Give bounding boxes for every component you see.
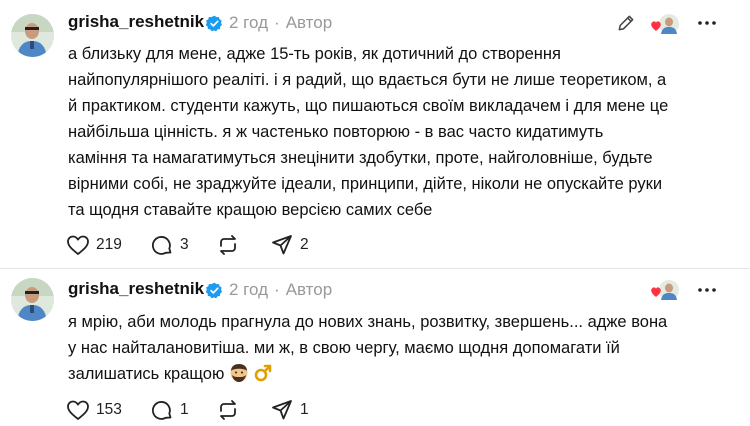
share-count: 2 [300,236,309,253]
username[interactable]: grisha_reshetnik [68,12,204,32]
share-icon [272,400,292,420]
reply-button[interactable]: 3 [150,232,189,258]
post-text-line: я мрію, аби молодь прагнула до нових зна… [68,313,668,331]
like-count: 219 [96,236,122,253]
repost-icon [220,400,236,420]
post-meta: 2 год · Автор [229,13,332,33]
share-button[interactable]: 2 [270,232,309,258]
timestamp[interactable]: 2 год [229,13,268,32]
verified-badge-icon [206,15,223,32]
edit-icon[interactable] [616,13,636,33]
repost-icon [220,235,236,255]
post-text-line: у нас найталановитіша. ми ж, в свою черг… [68,339,620,357]
post-2: grisha_reshetnik 2 год · Автор я мрію, аби… [0,268,750,426]
separator: · [274,280,280,299]
avatar[interactable] [11,14,54,57]
post-text: я мрію, аби молодь прагнула до нових зна… [68,309,708,387]
more-options-icon[interactable] [695,279,719,301]
timestamp[interactable]: 2 год [229,280,268,299]
author-tag: Автор [285,280,333,299]
share-count: 1 [300,401,309,418]
man-emoji-icon [230,364,248,382]
liked-by-author-icon [650,278,680,304]
like-count: 153 [96,401,122,418]
post-text-line: найбільша цінність. я ж частенько повтор… [68,123,604,141]
post-text-fragment: залишатись кращою [68,365,225,383]
share-button[interactable]: 1 [270,397,309,423]
post-text-line: а близьку для мене, адже 15-ть років, як… [68,45,561,63]
verified-badge-icon [206,282,223,299]
post-meta: 2 год · Автор [229,280,332,300]
post-1: grisha_reshetnik 2 год · Автор а близьку д… [0,0,750,268]
username[interactable]: grisha_reshetnik [68,279,204,299]
post-text-line: та щодня ставайте кращою версією самих с… [68,201,433,219]
liked-by-author-icon [650,12,680,38]
repost-button[interactable] [216,232,240,258]
separator: · [274,13,280,32]
repost-button[interactable] [216,397,240,423]
post-text-line-last: залишатись кращою [68,361,708,387]
avatar[interactable] [11,278,54,321]
post-text-line: каміння та намагатимуться знецінити здоб… [68,149,653,167]
male-sign-emoji-icon [254,364,271,382]
reply-count: 1 [180,401,189,418]
reply-button[interactable]: 1 [150,397,189,423]
like-button[interactable]: 219 [66,232,122,258]
post-text-line: найпопулярнішого реаліті. і я радий, що … [68,71,667,89]
post-text-line: вірними собі, не зраджуйте ідеали, принц… [68,175,663,193]
heart-icon [67,400,89,420]
post-text: а близьку для мене, адже 15-ть років, як… [68,41,708,223]
comment-icon [152,401,172,420]
comment-icon [152,236,172,255]
post-text-line: й практиком. студенти кажуть, що пишають… [68,97,669,115]
like-button[interactable]: 153 [66,397,122,423]
author-tag: Автор [285,13,333,32]
reply-count: 3 [180,236,189,253]
heart-icon [67,235,89,255]
share-icon [272,235,292,255]
more-options-icon[interactable] [695,12,719,34]
